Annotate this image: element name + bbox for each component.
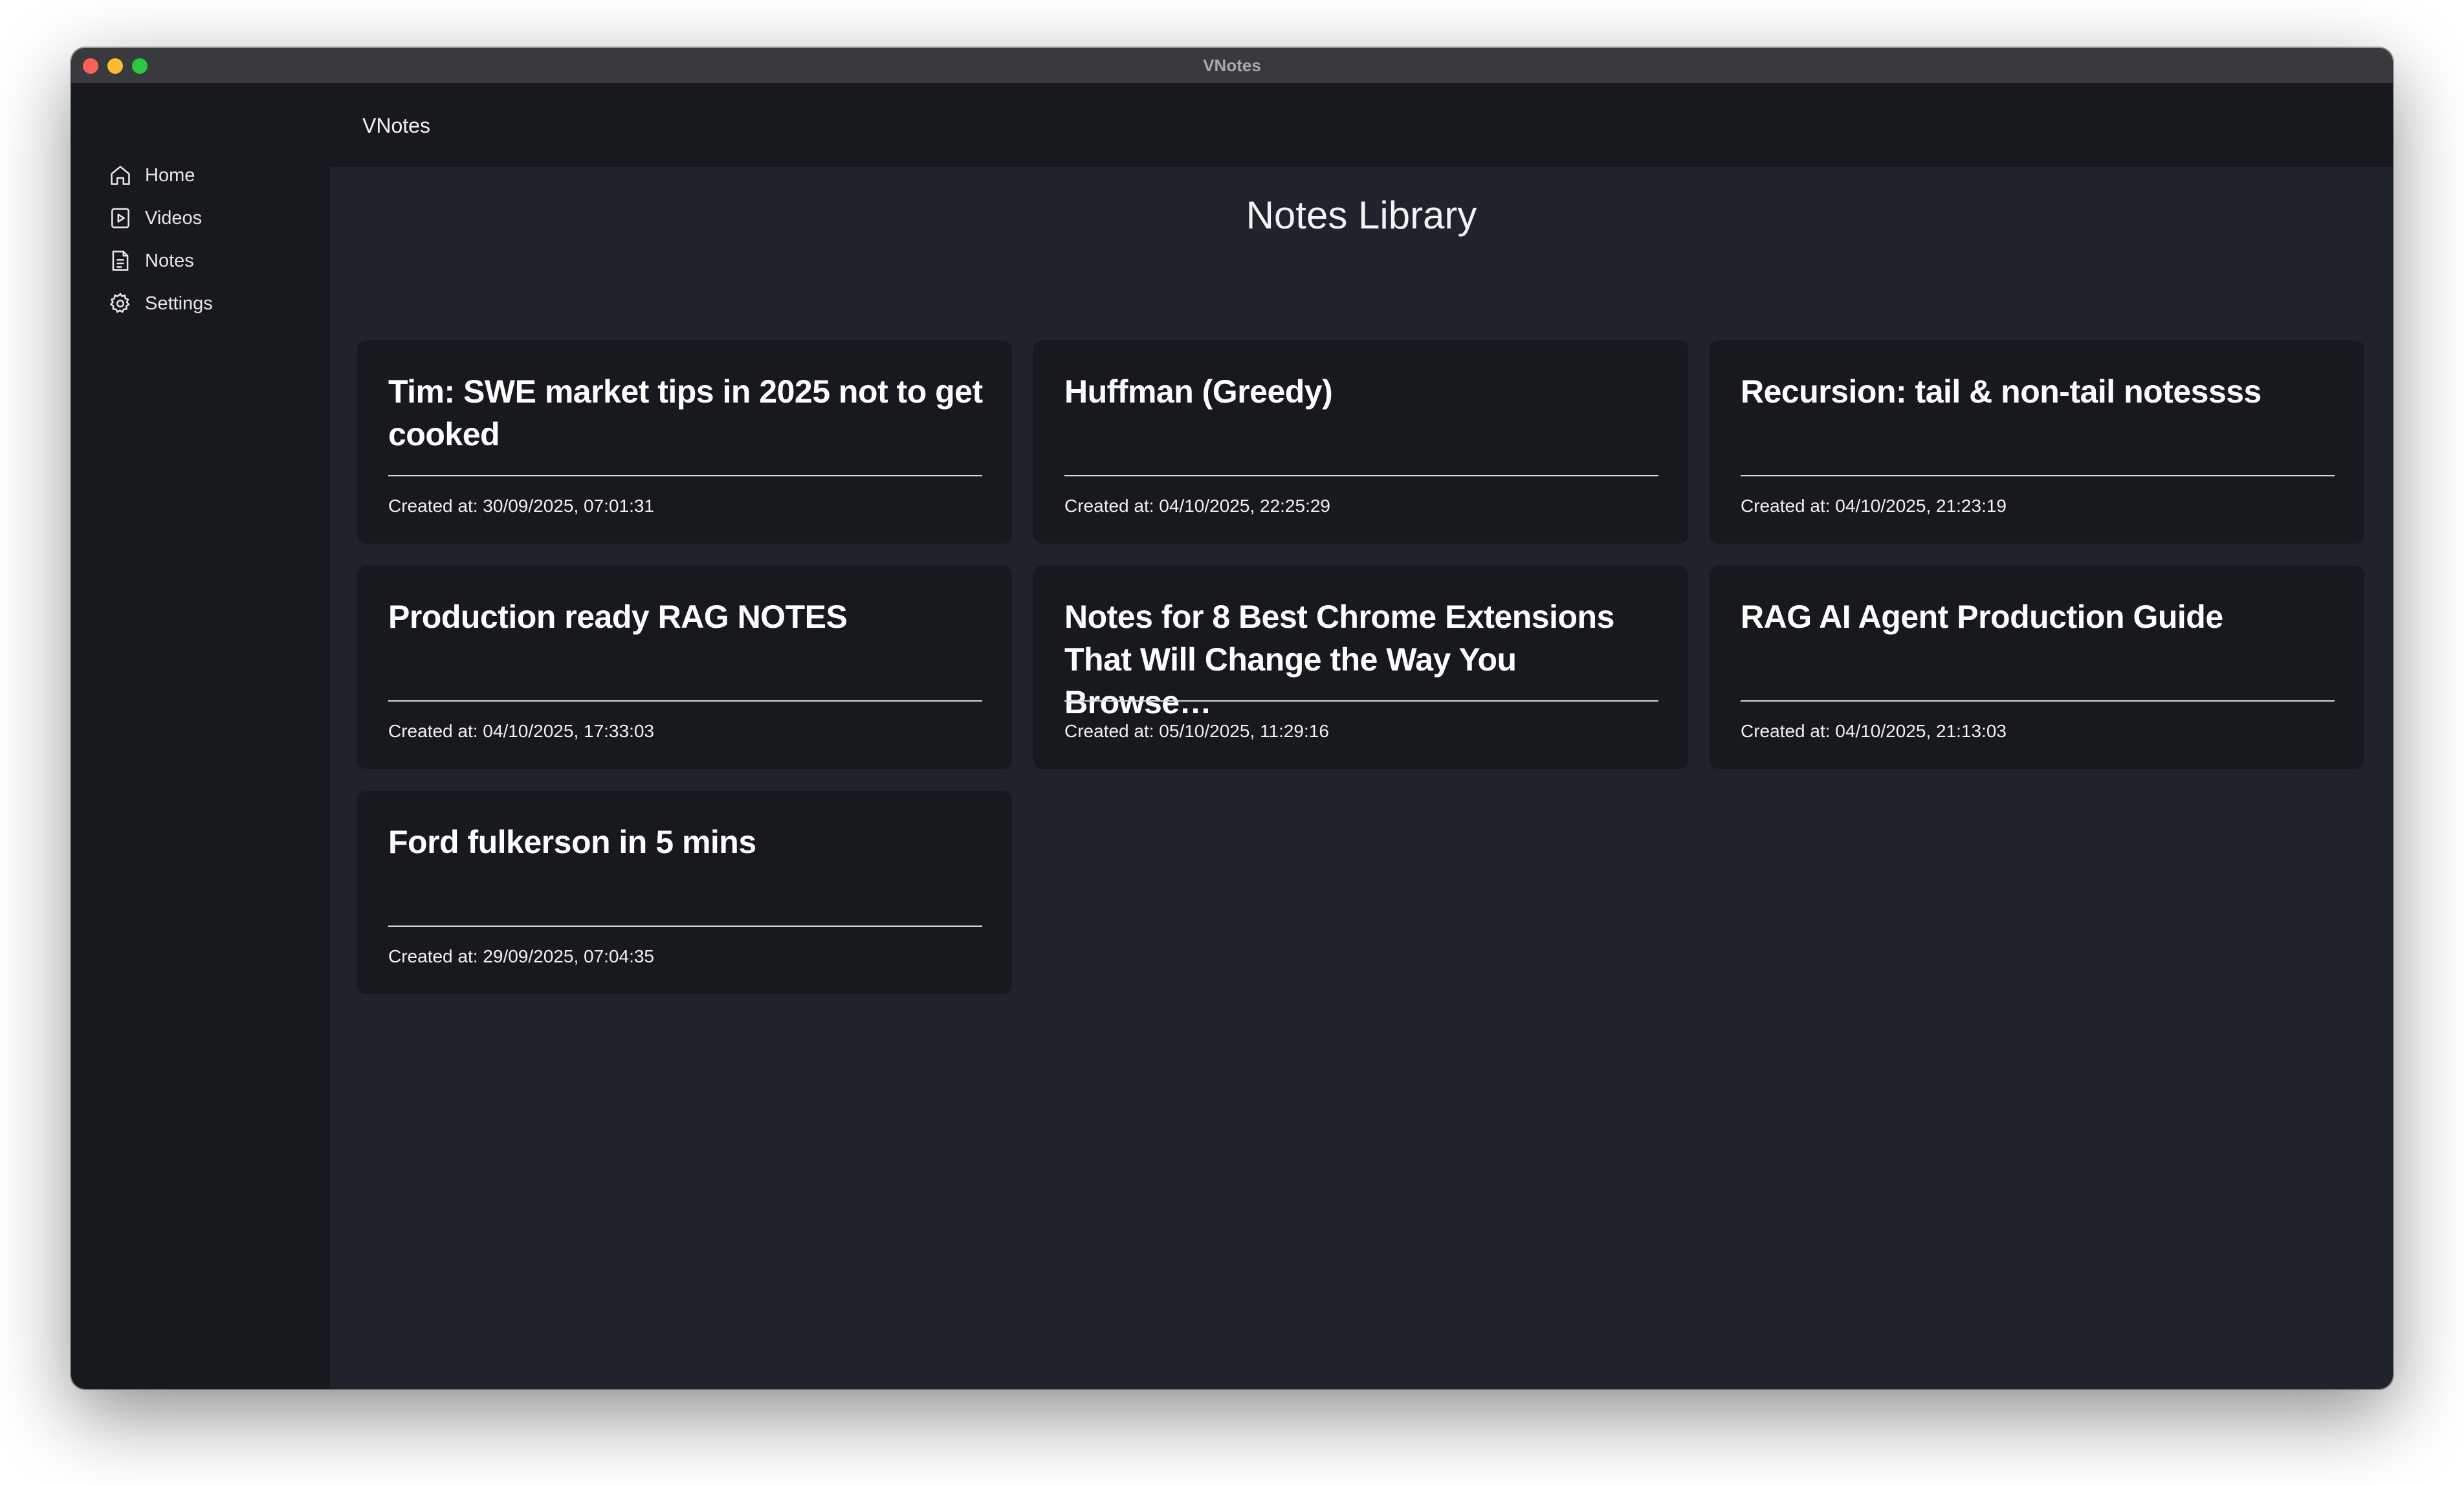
main-content: VNotes Notes Library Tim: SWE market tip… xyxy=(330,84,2393,1389)
note-card-date: Created at: 29/09/2025, 07:04:35 xyxy=(388,946,654,966)
note-card-title: Ford fulkerson in 5 mins xyxy=(388,824,756,860)
sidebar-item-notes[interactable]: Notes xyxy=(107,245,194,277)
sidebar-item-settings[interactable]: Settings xyxy=(107,287,213,320)
note-card-title: Huffman (Greedy) xyxy=(1064,373,1333,410)
video-icon xyxy=(107,205,133,231)
sidebar-item-label: Videos xyxy=(145,207,203,228)
note-card-title: RAG AI Agent Production Guide xyxy=(1741,599,2223,635)
note-card-date: Created at: 04/10/2025, 17:33:03 xyxy=(388,721,654,741)
note-card[interactable]: Production ready RAG NOTES Created at: 0… xyxy=(357,566,1012,769)
window-title: VNotes xyxy=(1203,56,1261,75)
note-card-date: Created at: 04/10/2025, 21:23:19 xyxy=(1741,496,2007,516)
title-bar[interactable]: VNotes xyxy=(71,48,2393,84)
sidebar-item-home[interactable]: Home xyxy=(107,159,195,192)
app-header: VNotes xyxy=(330,84,2393,167)
note-card[interactable]: RAG AI Agent Production Guide Created at… xyxy=(1710,566,2364,769)
page-title: Notes Library xyxy=(1246,194,1477,237)
card-divider xyxy=(1064,700,1658,702)
note-card[interactable]: Recursion: tail & non-tail notessss Crea… xyxy=(1710,340,2364,544)
sidebar-item-label: Home xyxy=(145,164,195,186)
sidebar-item-label: Notes xyxy=(145,250,194,271)
card-divider xyxy=(1741,475,2335,476)
note-card-title: Notes for 8 Best Chrome Extensions That … xyxy=(1064,599,1614,720)
note-card[interactable]: Huffman (Greedy) Created at: 04/10/2025,… xyxy=(1033,340,1688,544)
note-card-title: Production ready RAG NOTES xyxy=(388,599,848,635)
card-divider xyxy=(1741,700,2335,702)
note-card-date: Created at: 04/10/2025, 21:13:03 xyxy=(1741,721,2007,741)
note-card-date: Created at: 04/10/2025, 22:25:29 xyxy=(1064,496,1330,516)
sidebar-item-videos[interactable]: Videos xyxy=(107,202,202,234)
sidebar-item-label: Settings xyxy=(145,293,213,314)
card-divider xyxy=(388,926,982,927)
note-icon xyxy=(107,248,133,274)
note-card-title: Recursion: tail & non-tail notessss xyxy=(1741,373,2261,410)
note-card[interactable]: Tim: SWE market tips in 2025 not to get … xyxy=(357,340,1012,544)
card-divider xyxy=(388,475,982,476)
note-card-title: Tim: SWE market tips in 2025 not to get … xyxy=(388,373,983,452)
note-card-date: Created at: 05/10/2025, 11:29:16 xyxy=(1064,721,1329,741)
app-header-title: VNotes xyxy=(362,114,430,137)
home-icon xyxy=(107,162,133,188)
note-card[interactable]: Notes for 8 Best Chrome Extensions That … xyxy=(1033,566,1688,769)
card-divider xyxy=(388,700,982,702)
gear-icon xyxy=(107,291,133,316)
sidebar: Home Videos Notes Settings xyxy=(71,84,330,1389)
note-card[interactable]: Ford fulkerson in 5 mins Created at: 29/… xyxy=(357,791,1012,994)
card-divider xyxy=(1064,475,1658,476)
app-window: VNotes Home Videos Notes Settings VNotes… xyxy=(71,48,2393,1389)
note-card-date: Created at: 30/09/2025, 07:01:31 xyxy=(388,496,654,516)
